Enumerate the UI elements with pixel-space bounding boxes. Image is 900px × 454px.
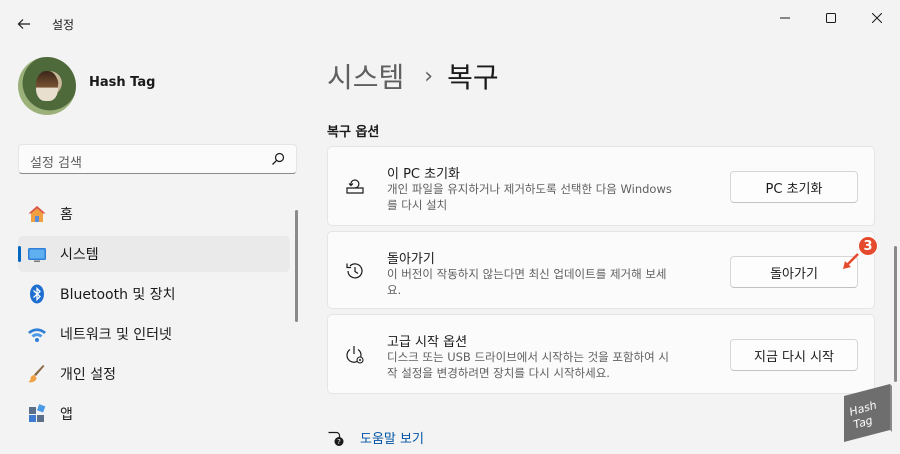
reset-pc-button[interactable]: PC 초기화 bbox=[730, 171, 858, 203]
sidebar-item-apps[interactable]: 앱 bbox=[18, 396, 290, 432]
sidebar-item-personalization[interactable]: 개인 설정 bbox=[18, 356, 290, 392]
sidebar-item-label: 시스템 bbox=[60, 247, 99, 263]
personalization-icon bbox=[28, 365, 45, 383]
home-icon bbox=[28, 206, 46, 222]
sidebar-item-label: 개인 설정 bbox=[60, 367, 116, 383]
option-description-line: 디스크 또는 USB 드라이브에서 시작하는 것을 포함하여 시 bbox=[387, 350, 669, 364]
minimize-icon bbox=[780, 17, 790, 19]
advanced-startup-card: 고급 시작 옵션 디스크 또는 USB 드라이브에서 시작하는 것을 포함하여 … bbox=[327, 314, 875, 394]
advanced-startup-icon bbox=[346, 346, 364, 364]
minimize-button[interactable] bbox=[762, 4, 808, 32]
sidebar-nav: 홈 시스템 Bluetooth 및 장치 네트워크 및 인터넷 개인 설정 앱 bbox=[18, 196, 290, 436]
option-description-line: 이 버전이 작동하지 않는다면 최신 업데이트를 제거해 보세 bbox=[387, 267, 667, 281]
reset-pc-card: 이 PC 초기화 개인 파일을 유지하거나 제거하도록 선택한 다음 Windo… bbox=[327, 146, 875, 226]
option-title: 이 PC 초기화 bbox=[387, 167, 461, 182]
restart-now-button[interactable]: 지금 다시 시작 bbox=[730, 339, 858, 371]
sidebar-item-network[interactable]: 네트워크 및 인터넷 bbox=[18, 316, 290, 352]
sidebar-item-label: Bluetooth 및 장치 bbox=[60, 287, 176, 303]
page-title: 복구 bbox=[447, 61, 499, 94]
app-title: 설정 bbox=[52, 18, 75, 32]
breadcrumb-separator: › bbox=[424, 63, 434, 89]
close-button[interactable] bbox=[854, 4, 900, 32]
maximize-button[interactable] bbox=[808, 4, 854, 32]
sidebar-item-label: 앱 bbox=[60, 407, 73, 423]
breadcrumb: 시스템 › 복구 bbox=[327, 56, 499, 96]
option-description: 이 버전이 작동하지 않는다면 최신 업데이트를 제거해 보세 요. bbox=[387, 266, 667, 298]
bluetooth-icon bbox=[30, 284, 44, 304]
option-description-line: 개인 파일을 유지하거나 제거하도록 선택한 다음 Windows bbox=[387, 182, 672, 196]
option-description-line: 요. bbox=[387, 283, 402, 297]
sidebar-item-home[interactable]: 홈 bbox=[18, 196, 290, 232]
help-link[interactable]: 도움말 보기 bbox=[360, 428, 424, 447]
option-description-line: 를 다시 설치 bbox=[387, 198, 448, 212]
option-description: 개인 파일을 유지하거나 제거하도록 선택한 다음 Windows 를 다시 설… bbox=[387, 181, 672, 213]
step-badge: 3 bbox=[858, 236, 878, 256]
option-title: 고급 시작 옵션 bbox=[387, 335, 468, 350]
apps-icon bbox=[29, 404, 46, 422]
search-input[interactable]: 설정 검색 bbox=[18, 144, 297, 174]
breadcrumb-parent[interactable]: 시스템 bbox=[327, 56, 404, 96]
hashtag-watermark-logo: Hash Tag bbox=[844, 384, 892, 442]
sidebar-item-label: 홈 bbox=[60, 207, 73, 223]
avatar bbox=[18, 57, 76, 115]
back-arrow-icon bbox=[17, 19, 30, 29]
system-icon bbox=[28, 248, 46, 262]
network-icon bbox=[28, 328, 46, 342]
go-back-card: 돌아가기 이 버전이 작동하지 않는다면 최신 업데이트를 제거해 보세 요. … bbox=[327, 231, 875, 309]
option-description-line: 작 설정을 변경하려면 장치를 다시 시작하세요. bbox=[387, 366, 610, 380]
sidebar-item-system[interactable]: 시스템 bbox=[18, 236, 290, 272]
help-icon: ? bbox=[328, 431, 344, 446]
profile-name: Hash Tag bbox=[89, 75, 156, 90]
go-back-button[interactable]: 돌아가기 bbox=[730, 256, 858, 288]
search-icon bbox=[272, 152, 285, 165]
maximize-icon bbox=[826, 13, 836, 23]
sidebar-item-label: 네트워크 및 인터넷 bbox=[60, 327, 172, 343]
title-bar: 설정 bbox=[0, 0, 900, 46]
svg-text:?: ? bbox=[337, 438, 341, 446]
option-title: 돌아가기 bbox=[387, 252, 435, 267]
main-scrollbar[interactable] bbox=[894, 246, 897, 382]
pointer-arrow-icon bbox=[843, 253, 859, 269]
help-link-row[interactable]: ? 도움말 보기 bbox=[327, 428, 424, 447]
back-button[interactable] bbox=[10, 10, 38, 38]
close-icon bbox=[872, 13, 882, 23]
sidebar-item-bluetooth[interactable]: Bluetooth 및 장치 bbox=[18, 276, 290, 312]
section-title: 복구 옵션 bbox=[327, 125, 380, 140]
sidebar-scrollbar[interactable] bbox=[295, 210, 298, 322]
go-back-icon bbox=[346, 263, 363, 279]
option-description: 디스크 또는 USB 드라이브에서 시작하는 것을 포함하여 시 작 설정을 변… bbox=[387, 349, 669, 381]
reset-pc-icon bbox=[346, 179, 364, 194]
search-placeholder: 설정 검색 bbox=[30, 156, 82, 171]
